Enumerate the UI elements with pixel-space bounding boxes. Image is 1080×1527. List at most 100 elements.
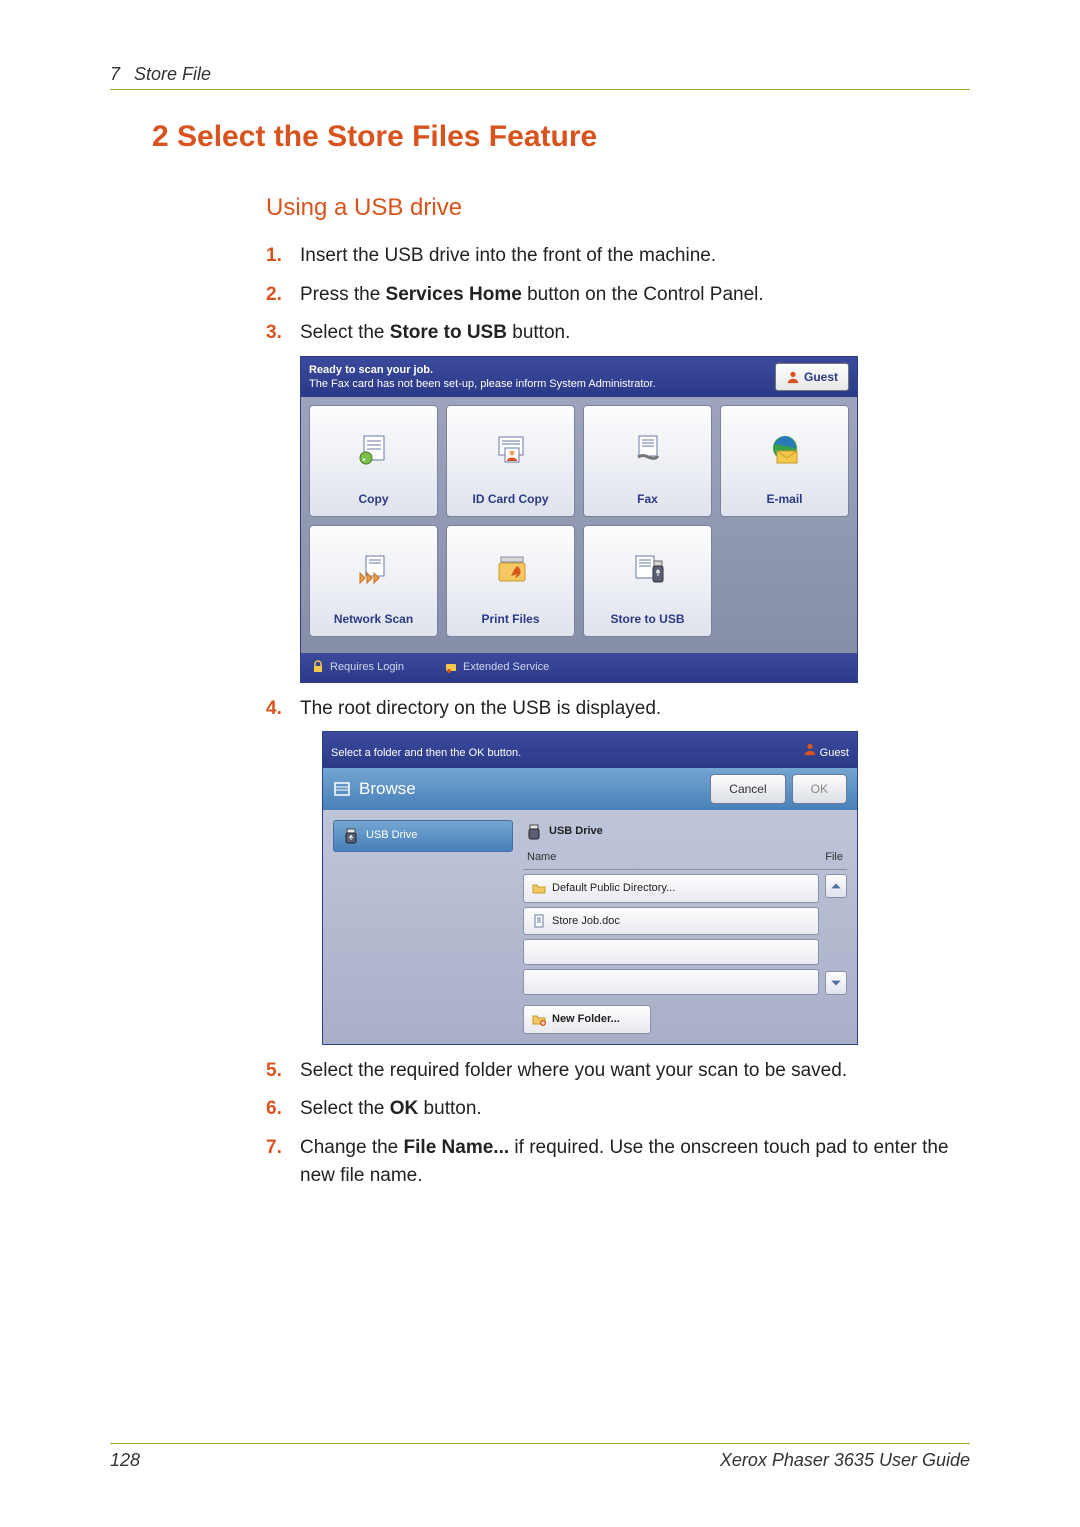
step-text-bold: File Name... [404,1137,510,1158]
chevron-up-icon [829,879,843,893]
col-name: Name [527,849,825,866]
services-home-screenshot: Ready to scan your job. The Fax card has… [300,356,858,683]
step-number: 5. [266,1057,282,1086]
step-number: 7. [266,1134,282,1163]
chapter-title: Store File [134,64,211,85]
scroll-up-button[interactable] [825,874,847,898]
tile-label: Network Scan [334,610,413,628]
browse-screenshot: Select a folder and then the OK button. … [322,731,858,1045]
tile-print-files[interactable]: Print Files [446,525,575,637]
usb-drive-path-label: USB Drive [549,823,603,840]
subheading: Using a USB drive [266,194,970,222]
step-3: 3. Select the Store to USB button. Ready… [266,319,970,683]
status-fax-warning: The Fax card has not been set-up, please… [309,377,656,391]
copy-icon [354,433,394,467]
status-ready: Ready to scan your job. [309,363,656,377]
usb-icon [342,827,360,845]
document-icon [532,914,546,928]
lock-icon [311,660,325,674]
step-5: 5. Select the required folder where you … [266,1057,970,1086]
tile-network-scan[interactable]: Network Scan [309,525,438,637]
extended-service: Extended Service [444,659,549,676]
step-text: Insert the USB drive into the front of t… [300,245,716,266]
tile-label: E-mail [766,490,802,508]
step-text-bold: OK [390,1098,419,1119]
tile-label: Fax [637,490,658,508]
fax-icon [628,433,668,467]
step-4: 4. The root directory on the USB is disp… [266,695,970,1045]
step-text: Select the [300,1098,390,1119]
step-text: Select the [300,322,390,343]
browse-icon [333,780,351,798]
step-text: button. [507,322,570,343]
list-item[interactable]: Default Public Directory... [523,874,819,903]
page-footer: 128 Xerox Phaser 3635 User Guide [110,1443,970,1471]
tile-email[interactable]: E-mail [720,405,849,517]
col-file: File [825,849,843,866]
usb-drive-label: USB Drive [366,827,417,844]
tile-copy[interactable]: Copy [309,405,438,517]
guest-label: Guest [804,368,838,386]
tile-id-card-copy[interactable]: ID Card Copy [446,405,575,517]
list-item[interactable] [523,939,819,965]
guide-title: Xerox Phaser 3635 User Guide [720,1450,970,1471]
extended-icon [444,660,458,674]
step-7: 7. Change the File Name... if required. … [266,1134,970,1191]
chapter-number: 7 [110,64,120,85]
usb-drive-path: USB Drive [523,820,847,849]
guest-button[interactable]: Guest [775,363,849,391]
ok-button[interactable]: OK [792,774,847,804]
page-number: 128 [110,1450,140,1471]
browse-title: Browse [359,776,416,802]
step-text: button on the Control Panel. [522,284,764,305]
heading-number: 2 [152,120,169,153]
step-list: 1. Insert the USB drive into the front o… [266,242,970,1191]
user-icon [786,370,800,384]
step-6: 6. Select the OK button. [266,1095,970,1124]
scroll-down-button[interactable] [825,971,847,995]
email-icon [765,433,805,467]
tile-label: Print Files [481,610,539,628]
step-number: 3. [266,319,282,348]
id-card-copy-icon [491,433,531,467]
step-number: 6. [266,1095,282,1124]
step-text: Change the [300,1137,404,1158]
tile-label: ID Card Copy [472,490,548,508]
usb-icon [525,823,543,841]
tile-label: Store to USB [610,610,684,628]
ss1-footer: Requires Login Extended Service [301,653,857,682]
step-text: Press the [300,284,386,305]
step-2: 2. Press the Services Home button on the… [266,281,970,310]
step-number: 1. [266,242,282,271]
chevron-down-icon [829,976,843,990]
guest-label: Guest [820,747,849,759]
new-folder-icon [532,1012,546,1026]
ss2-header: Select a folder and then the OK button. … [323,732,857,768]
browse-bar: Browse Cancel OK [323,768,857,810]
step-number: 4. [266,695,282,724]
cancel-button[interactable]: Cancel [710,774,785,804]
guest-button[interactable]: Guest [803,742,849,762]
step-number: 2. [266,281,282,310]
list-item[interactable] [523,969,819,995]
ss1-header: Ready to scan your job. The Fax card has… [301,357,857,398]
new-folder-label: New Folder... [552,1011,620,1028]
step-text-bold: Services Home [386,284,522,305]
row-label: Default Public Directory... [552,880,675,897]
browse-prompt: Select a folder and then the OK button. [331,745,521,762]
page-header: 7 Store File [110,64,970,90]
step-text: button. [418,1098,481,1119]
heading-title: Select the Store Files Feature [177,120,597,153]
tile-fax[interactable]: Fax [583,405,712,517]
column-headers: Name File [523,849,847,871]
extended-service-label: Extended Service [463,659,549,676]
tile-store-to-usb[interactable]: Store to USB [583,525,712,637]
requires-login: Requires Login [311,659,404,676]
list-item[interactable]: Store Job.doc [523,907,819,936]
step-text-bold: Store to USB [390,322,507,343]
requires-login-label: Requires Login [330,659,404,676]
usb-drive-sidebar-item[interactable]: USB Drive [333,820,513,852]
store-to-usb-icon [628,553,668,587]
new-folder-button[interactable]: New Folder... [523,1005,651,1034]
row-label: Store Job.doc [552,913,620,930]
